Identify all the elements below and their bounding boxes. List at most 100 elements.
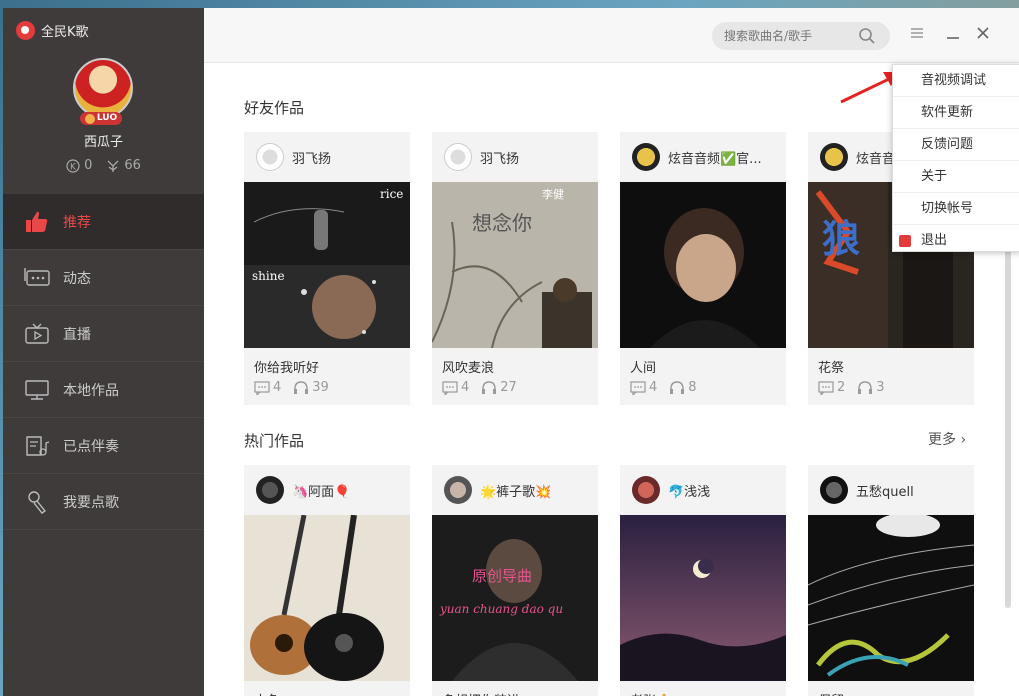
card-header[interactable]: 🐬浅浅 — [620, 465, 786, 515]
sidebar-item-label: 我要点歌 — [63, 494, 119, 511]
work-title[interactable]: 你给我听好 — [244, 348, 410, 376]
search-box[interactable] — [712, 22, 890, 50]
work-title[interactable]: 多想把你装进 — [432, 681, 598, 696]
main-menu-dropdown: 音视频调试 软件更新 反馈问题 关于 切换帐号 退出 — [892, 64, 1019, 252]
work-title[interactable]: 保留 — [808, 681, 974, 696]
sidebar-item-recommend[interactable]: 推荐 — [3, 194, 204, 250]
sidebar-item-live[interactable]: 直播 — [3, 306, 204, 362]
menu-item-update[interactable]: 软件更新 — [893, 97, 1019, 129]
cover-text: rice — [380, 187, 403, 201]
work-cover[interactable] — [808, 515, 974, 681]
hot-work-card[interactable]: 🦄阿面🎈 木鱼 — [244, 465, 410, 696]
scrollbar[interactable] — [1005, 228, 1011, 608]
hot-section-title: 热门作品 — [244, 432, 305, 450]
sidebar-item-local[interactable]: 本地作品 — [3, 362, 204, 418]
author-name[interactable]: 🐬浅浅 — [668, 481, 710, 500]
friend-work-card[interactable]: 羽飞扬 rice shine 你给我听好 4 39 — [244, 132, 410, 405]
cover-text: yuan chuang dao qu — [439, 602, 563, 616]
work-title[interactable]: 老张🙏 — [620, 681, 786, 696]
card-header[interactable]: 五愁quell — [808, 465, 974, 515]
hot-work-card[interactable]: 五愁quell 保留 — [808, 465, 974, 696]
author-name[interactable]: 炫音音频✅官... — [668, 148, 762, 167]
author-name[interactable]: 炫音音 — [856, 148, 895, 167]
card-header[interactable]: 🦄阿面🎈 — [244, 465, 410, 515]
sidebar-item-request-song[interactable]: 我要点歌 — [3, 474, 204, 530]
cover-text: shine — [252, 269, 285, 283]
play-stat: 8 — [669, 380, 697, 395]
author-name[interactable]: 五愁quell — [856, 481, 914, 500]
work-title[interactable]: 花祭 — [808, 348, 974, 376]
menu-item-av-debug[interactable]: 音视频调试 — [893, 65, 1019, 97]
play-count: 8 — [688, 380, 697, 395]
work-cover[interactable]: rice shine — [244, 182, 410, 348]
app-brand: 全民K歌 — [16, 21, 89, 40]
user-name[interactable]: 西瓜子 — [3, 131, 204, 150]
work-cover[interactable] — [244, 515, 410, 681]
author-avatar[interactable] — [632, 476, 660, 504]
cover-text: 狼 — [822, 216, 860, 261]
comment-icon — [442, 380, 458, 395]
work-cover[interactable] — [620, 515, 786, 681]
menu-item-feedback[interactable]: 反馈问题 — [893, 129, 1019, 161]
work-title[interactable]: 木鱼 — [244, 681, 410, 696]
friend-work-card[interactable]: 羽飞扬 想念你 李健 风吹麦浪 4 27 — [432, 132, 598, 405]
app-logo-icon — [16, 21, 35, 40]
author-name[interactable]: 羽飞扬 — [292, 148, 331, 167]
menu-icon[interactable] — [907, 25, 927, 45]
sidebar-item-label: 本地作品 — [63, 382, 119, 399]
card-header[interactable]: 🌟裤子歌💥 — [432, 465, 598, 515]
close-icon[interactable] — [973, 25, 993, 45]
card-header[interactable]: 炫音音频✅官... — [620, 132, 786, 182]
play-stat: 27 — [481, 380, 517, 395]
menu-item-about[interactable]: 关于 — [893, 161, 1019, 193]
search-input[interactable] — [724, 29, 854, 43]
work-title[interactable]: 风吹麦浪 — [432, 348, 598, 376]
author-avatar[interactable] — [444, 143, 472, 171]
comment-count: 4 — [273, 380, 282, 395]
sidebar-item-accompaniment[interactable]: 已点伴奏 — [3, 418, 204, 474]
minimize-icon[interactable] — [943, 25, 963, 45]
author-avatar[interactable] — [820, 143, 848, 171]
coin-stat[interactable]: K 0 — [66, 158, 92, 173]
sidebar: 全民K歌 LUO 西瓜子 K 0 66 推荐 动态 直播 本地作品 已点伴奏 我… — [3, 8, 204, 696]
search-icon[interactable] — [858, 27, 876, 45]
flower-count: 66 — [124, 158, 141, 173]
friend-work-card[interactable]: 炫音音频✅官... 人间 4 8 — [620, 132, 786, 405]
menu-item-switch-account[interactable]: 切换帐号 — [893, 193, 1019, 225]
author-name[interactable]: 🦄阿面🎈 — [292, 481, 350, 500]
author-avatar[interactable] — [820, 476, 848, 504]
author-avatar[interactable] — [256, 143, 284, 171]
flower-stat[interactable]: 66 — [106, 158, 141, 173]
comment-count: 2 — [837, 380, 846, 395]
author-avatar[interactable] — [632, 143, 660, 171]
author-name[interactable]: 羽飞扬 — [480, 148, 519, 167]
user-avatar[interactable] — [73, 58, 133, 118]
microphone-icon — [23, 488, 51, 516]
card-header[interactable]: 羽飞扬 — [432, 132, 598, 182]
sidebar-item-feed[interactable]: 动态 — [3, 250, 204, 306]
work-cover[interactable]: 想念你 李健 — [432, 182, 598, 348]
coin-count: 0 — [84, 158, 93, 173]
more-link[interactable]: 更多 › — [928, 429, 966, 449]
playlist-icon — [23, 432, 51, 460]
author-name[interactable]: 🌟裤子歌💥 — [480, 481, 551, 500]
work-cover[interactable] — [620, 182, 786, 348]
app-window: 全民K歌 LUO 西瓜子 K 0 66 推荐 动态 直播 本地作品 已点伴奏 我… — [3, 8, 1019, 696]
work-title[interactable]: 人间 — [620, 348, 786, 376]
work-cover[interactable]: 原创导曲 yuan chuang dao qu — [432, 515, 598, 681]
chevron-right-icon: › — [960, 432, 967, 448]
card-header[interactable]: 羽飞扬 — [244, 132, 410, 182]
headphones-icon — [294, 380, 309, 394]
hot-work-card[interactable]: 🌟裤子歌💥 原创导曲 yuan chuang dao qu 多想把你装进 — [432, 465, 598, 696]
flower-icon — [107, 160, 119, 172]
comment-icon — [630, 380, 646, 395]
comment-count: 4 — [461, 380, 470, 395]
menu-item-exit[interactable]: 退出 — [893, 225, 1019, 257]
work-stats: 4 8 — [620, 376, 786, 405]
headphones-icon — [670, 380, 685, 394]
user-badge-text: LUO — [96, 113, 118, 123]
author-avatar[interactable] — [444, 476, 472, 504]
author-avatar[interactable] — [256, 476, 284, 504]
hot-work-card[interactable]: 🐬浅浅 老张🙏 — [620, 465, 786, 696]
more-link-label: 更多 — [928, 432, 956, 448]
